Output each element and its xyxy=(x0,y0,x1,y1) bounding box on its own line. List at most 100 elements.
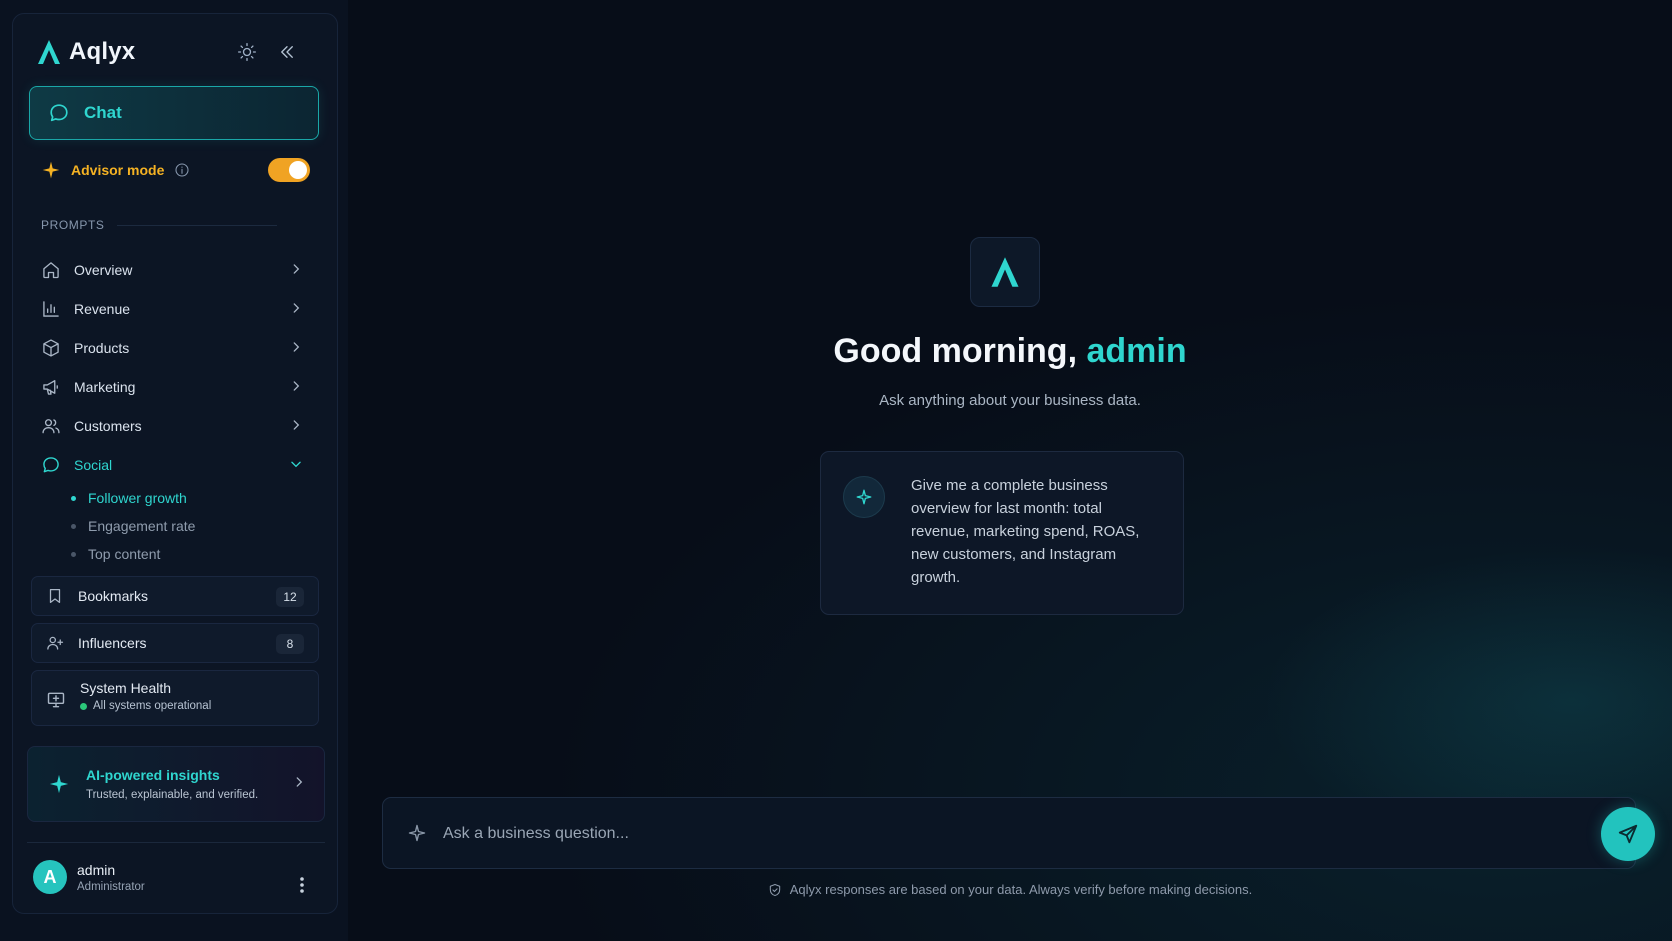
suggested-prompt-card[interactable]: Give me a complete business overview for… xyxy=(820,451,1184,615)
collapse-sidebar-icon[interactable] xyxy=(275,40,299,64)
aqlyx-logo-icon xyxy=(991,257,1019,287)
chevron-right-icon xyxy=(296,777,303,787)
ai-insights-subtitle: Trusted, explainable, and verified. xyxy=(86,789,259,801)
toggle-knob xyxy=(289,161,307,179)
system-health-status-text: All systems operational xyxy=(93,700,212,712)
sidebar-column: Aqlyx Chat Advisor mode PROMPTS Overview… xyxy=(0,0,348,941)
system-health-text: System Health All systems operational xyxy=(80,680,211,712)
brand[interactable]: Aqlyx xyxy=(37,34,135,70)
bullet-dot xyxy=(71,523,76,529)
shield-check-icon xyxy=(769,883,780,896)
background-glow xyxy=(1208,520,1672,820)
nav-label: Marketing xyxy=(74,378,136,395)
sparkle-icon xyxy=(843,476,885,518)
ai-insights-card[interactable]: AI-powered insights Trusted, explainable… xyxy=(27,746,325,822)
user-text: admin Administrator xyxy=(77,862,145,893)
nav-label: Customers xyxy=(74,417,142,434)
more-options-icon[interactable] xyxy=(299,876,305,894)
question-input[interactable] xyxy=(443,816,1543,852)
divider xyxy=(27,842,325,843)
advisor-mode-row: Advisor mode xyxy=(41,160,190,180)
disclaimer: Aqlyx responses are based on your data. … xyxy=(348,882,1672,897)
greeting-tagline: Ask anything about your business data. xyxy=(879,392,1141,409)
sidebar: Aqlyx Chat Advisor mode PROMPTS Overview… xyxy=(12,13,338,914)
greeting-heading: Good morning, admin xyxy=(348,332,1672,371)
chevron-right-icon xyxy=(293,381,300,391)
submenu-label: Top content xyxy=(88,546,161,562)
advisor-mode-label: Advisor mode xyxy=(71,162,165,178)
nav-label: Social xyxy=(74,456,113,473)
sparkle-icon xyxy=(49,774,69,794)
chevron-right-icon xyxy=(293,420,300,430)
advisor-mode-toggle[interactable] xyxy=(268,158,310,182)
hero-logo xyxy=(970,237,1040,307)
monitor-icon xyxy=(47,692,65,708)
chat-bubble-icon xyxy=(43,456,59,472)
status-ok-dot xyxy=(80,702,87,710)
chat-button[interactable]: Chat xyxy=(29,86,319,140)
bullet-dot xyxy=(71,495,76,501)
megaphone-icon xyxy=(43,379,58,395)
sparkle-icon xyxy=(408,824,426,842)
aqlyx-logo-icon xyxy=(38,40,60,64)
submenu-item-follower-growth[interactable]: Follower growth xyxy=(71,484,311,512)
bookmarks-count-badge: 12 xyxy=(276,587,304,607)
sparkle-icon xyxy=(42,161,60,179)
bookmark-icon xyxy=(49,588,61,604)
send-button[interactable] xyxy=(1601,807,1655,861)
bookmarks-label: Bookmarks xyxy=(78,588,149,604)
submenu-item-engagement-rate[interactable]: Engagement rate xyxy=(71,512,311,540)
prompts-section-header: PROMPTS xyxy=(41,218,277,232)
user-role: Administrator xyxy=(77,880,145,893)
chat-label: Chat xyxy=(84,103,122,122)
info-icon[interactable] xyxy=(174,162,190,178)
nav-item-overview[interactable]: Overview xyxy=(41,250,311,289)
box-icon xyxy=(43,338,59,357)
system-health-status: All systems operational xyxy=(80,700,211,712)
submenu-item-top-content[interactable]: Top content xyxy=(71,540,311,568)
user-profile[interactable]: A admin Administrator xyxy=(33,860,145,894)
prompts-section-label: PROMPTS xyxy=(41,218,105,232)
social-submenu: Follower growth Engagement rate Top cont… xyxy=(71,484,311,568)
submenu-label: Engagement rate xyxy=(88,518,196,534)
submenu-label: Follower growth xyxy=(88,490,187,506)
ai-insights-title: AI-powered insights xyxy=(86,767,220,783)
system-health-card[interactable]: System Health All systems operational xyxy=(31,670,319,726)
divider xyxy=(116,224,277,226)
users-icon xyxy=(42,418,60,433)
bar-chart-icon xyxy=(43,300,59,317)
user-name: admin xyxy=(77,861,116,878)
influencers-count-badge: 8 xyxy=(276,634,304,654)
home-icon xyxy=(43,261,59,278)
brand-name: Aqlyx xyxy=(69,38,136,65)
influencers-button[interactable]: Influencers 8 xyxy=(31,623,319,663)
nav-label: Products xyxy=(74,339,130,356)
suggested-prompt-text: Give me a complete business overview for… xyxy=(911,477,1140,586)
app-window: Aqlyx Chat Advisor mode PROMPTS Overview… xyxy=(0,0,1672,941)
system-health-title: System Health xyxy=(80,680,172,696)
sun-icon[interactable] xyxy=(235,40,259,64)
influencers-label: Influencers xyxy=(78,635,147,651)
chevron-right-icon xyxy=(293,264,300,274)
nav-item-social[interactable]: Social xyxy=(41,445,311,484)
avatar: A xyxy=(33,860,67,894)
nav-item-products[interactable]: Products xyxy=(41,328,311,367)
user-plus-icon xyxy=(47,636,64,650)
nav-label: Overview xyxy=(74,261,133,278)
ai-insights-text: AI-powered insights Trusted, explainable… xyxy=(86,767,258,801)
disclaimer-text: Aqlyx responses are based on your data. … xyxy=(789,882,1253,897)
message-composer xyxy=(382,797,1655,869)
nav-item-revenue[interactable]: Revenue xyxy=(41,289,311,328)
send-icon xyxy=(1618,824,1638,844)
greeting-prefix: Good morning, xyxy=(833,332,1087,370)
nav-label: Revenue xyxy=(74,300,131,317)
greeting-username: admin xyxy=(1086,332,1187,370)
nav-item-customers[interactable]: Customers xyxy=(41,406,311,445)
chevron-down-icon xyxy=(291,461,301,468)
main-content: Good morning, admin Ask anything about y… xyxy=(348,0,1672,941)
chevron-right-icon xyxy=(293,303,300,313)
bookmarks-button[interactable]: Bookmarks 12 xyxy=(31,576,319,616)
prompts-nav: Overview Revenue Products Marketing Cust… xyxy=(41,250,311,568)
chat-bubble-icon xyxy=(50,104,68,122)
nav-item-marketing[interactable]: Marketing xyxy=(41,367,311,406)
